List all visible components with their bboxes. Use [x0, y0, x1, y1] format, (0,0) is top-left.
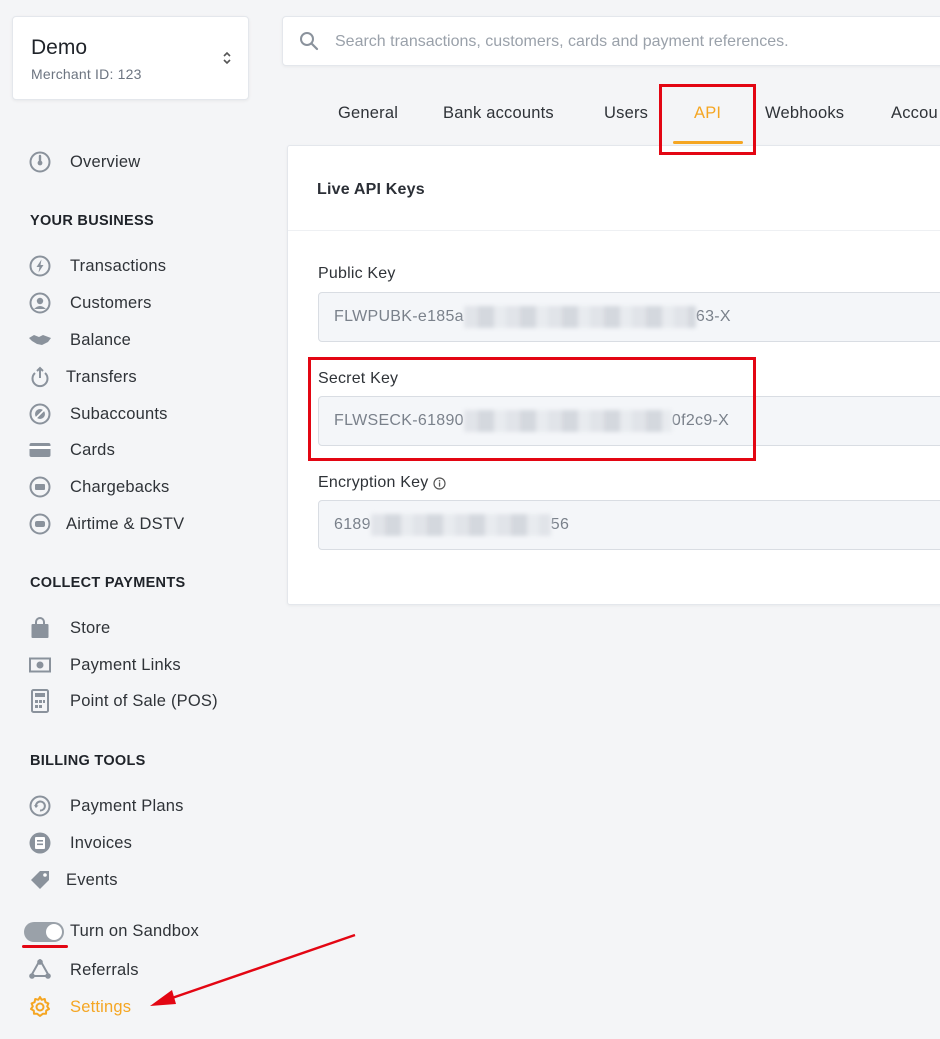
annotation-arrow: [150, 933, 356, 1006]
